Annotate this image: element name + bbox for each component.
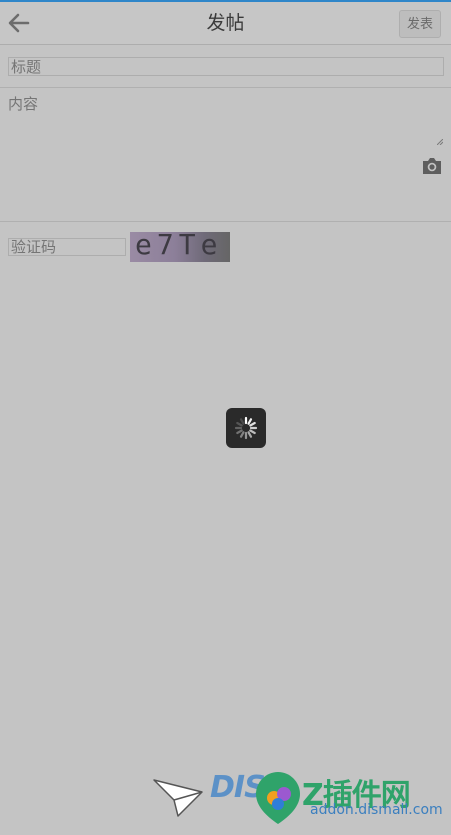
paper-plane-icon	[153, 779, 203, 817]
header-bar: 发帖 发表	[0, 2, 451, 45]
upload-image-button[interactable]	[421, 156, 443, 176]
captcha-code: e7Te	[135, 232, 223, 261]
captcha-image[interactable]: e7Te	[130, 232, 230, 262]
post-page: 发帖 发表 e7Te	[0, 0, 451, 835]
content-textarea[interactable]	[8, 94, 444, 146]
captcha-input[interactable]	[8, 238, 126, 256]
spinner-icon	[234, 416, 258, 440]
watermark-logo: DIS Z插件网 addon.dismall.com	[150, 768, 450, 830]
loading-indicator	[226, 408, 266, 448]
watermark-site: addon.dismall.com	[310, 802, 443, 818]
subject-row	[0, 45, 451, 88]
camera-icon	[423, 158, 441, 174]
divider	[0, 221, 451, 222]
puzzle-badge-icon	[256, 772, 300, 824]
subject-input[interactable]	[8, 57, 444, 76]
publish-button[interactable]: 发表	[399, 10, 441, 38]
resize-grip-icon[interactable]	[437, 139, 443, 145]
page-title: 发帖	[206, 12, 245, 34]
